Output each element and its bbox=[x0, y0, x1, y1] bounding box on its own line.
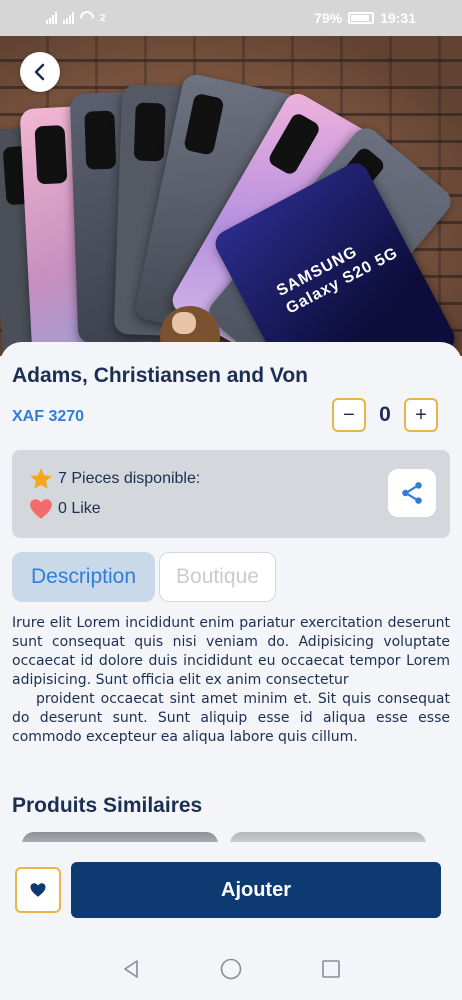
tab-boutique[interactable]: Boutique bbox=[159, 552, 276, 602]
nav-recents-icon bbox=[322, 960, 340, 978]
back-arrow-icon bbox=[34, 63, 45, 81]
favorite-heart-icon bbox=[30, 883, 46, 897]
quantity-stepper: − 0 + bbox=[332, 398, 438, 432]
status-bar: 2 79% 19:31 bbox=[0, 0, 462, 36]
detail-tabs: Description Boutique bbox=[12, 552, 276, 602]
nav-back-icon bbox=[124, 960, 138, 978]
share-icon bbox=[402, 482, 422, 504]
product-image: SAMSUNG Galaxy S20 5G bbox=[0, 36, 462, 356]
favorite-button[interactable] bbox=[15, 867, 61, 913]
product-info-card: 7 Pieces disponible: 0 Like bbox=[12, 450, 450, 538]
camera-module bbox=[84, 110, 117, 170]
camera-module bbox=[34, 124, 68, 185]
thumb-nail bbox=[172, 312, 196, 334]
similar-product-card[interactable] bbox=[22, 832, 218, 842]
signal-icon bbox=[46, 12, 57, 24]
network-badge: 2 bbox=[100, 12, 106, 24]
tab-description[interactable]: Description bbox=[12, 552, 155, 602]
nav-back-button[interactable] bbox=[116, 954, 146, 984]
phone-box-text: SAMSUNG Galaxy S20 5G bbox=[274, 226, 402, 320]
status-right: 79% 19:31 bbox=[314, 10, 416, 26]
add-to-cart-button[interactable]: Ajouter bbox=[71, 862, 441, 918]
product-description: Irure elit Lorem incididunt enim pariatu… bbox=[12, 615, 450, 745]
signal-2-icon bbox=[63, 12, 74, 24]
bottom-action-bar: Ajouter bbox=[0, 842, 462, 938]
back-button[interactable] bbox=[20, 52, 60, 92]
share-button[interactable] bbox=[388, 469, 436, 517]
camera-module bbox=[266, 111, 322, 177]
quantity-plus-button[interactable]: + bbox=[404, 398, 438, 432]
nav-recents-button[interactable] bbox=[316, 954, 346, 984]
heart-icon bbox=[30, 499, 52, 519]
product-title: Adams, Christiansen and Von bbox=[12, 364, 308, 387]
similar-product-card[interactable] bbox=[230, 832, 426, 842]
nav-home-button[interactable] bbox=[216, 954, 246, 984]
wifi-icon bbox=[77, 8, 97, 28]
likes-text: 0 Like bbox=[58, 500, 101, 517]
system-nav-bar bbox=[0, 938, 462, 1000]
battery-percent: 79% bbox=[314, 10, 343, 26]
status-left: 2 bbox=[46, 8, 106, 28]
clock: 19:31 bbox=[380, 10, 416, 26]
battery-icon bbox=[348, 12, 375, 24]
quantity-value: 0 bbox=[379, 403, 391, 426]
product-price: XAF 3270 bbox=[12, 408, 85, 425]
nav-home-icon bbox=[220, 958, 242, 980]
camera-module bbox=[183, 92, 225, 156]
camera-module bbox=[133, 102, 166, 162]
stock-text: 7 Pieces disponible: bbox=[58, 470, 201, 487]
likes-row: 0 Like bbox=[28, 496, 101, 522]
similar-products-title: Produits Similaires bbox=[12, 794, 203, 817]
quantity-minus-button[interactable]: − bbox=[332, 398, 366, 432]
star-icon bbox=[30, 468, 52, 489]
product-details: Adams, Christiansen and Von XAF 3270 − 0… bbox=[0, 342, 462, 842]
stock-row: 7 Pieces disponible: bbox=[28, 466, 200, 492]
